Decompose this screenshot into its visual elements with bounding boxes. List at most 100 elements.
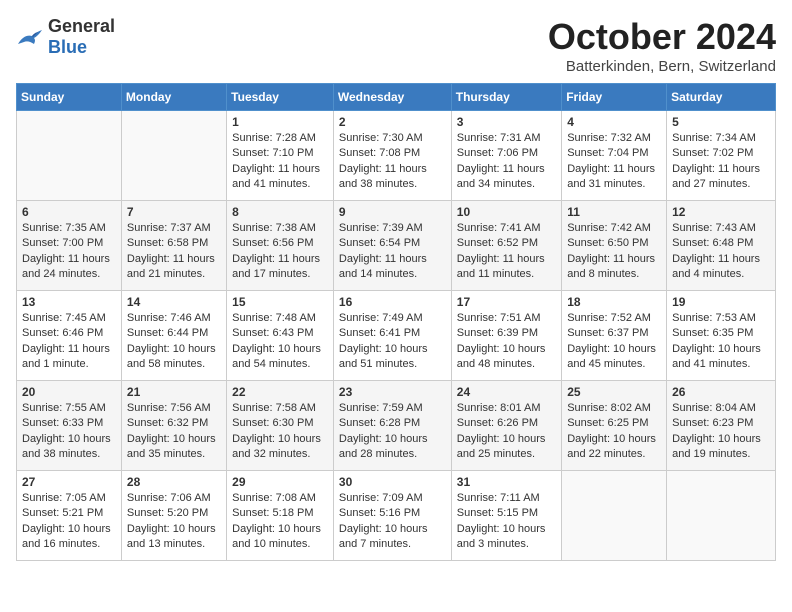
day-number: 31 [457,475,556,489]
day-number: 5 [672,115,770,129]
calendar-cell: 2 Sunrise: 7:30 AMSunset: 7:08 PMDaylight… [333,111,451,201]
day-info: Sunrise: 7:28 AMSunset: 7:10 PMDaylight:… [232,131,328,193]
day-number: 1 [232,115,328,129]
day-info: Sunrise: 7:55 AMSunset: 6:33 PMDaylight:… [22,401,116,463]
calendar-cell: 12 Sunrise: 7:43 AMSunset: 6:48 PMDayligh… [667,201,776,291]
calendar-cell: 4Sunrise: 7:32 AMSunset: 7:04 PMDaylight… [562,111,667,201]
day-info: Sunrise: 7:08 AMSunset: 5:18 PMDaylight:… [232,491,328,553]
col-thursday: Thursday [451,84,561,111]
location-subtitle: Batterkinden, Bern, Switzerland [548,58,776,75]
col-sunday: Sunday [17,84,122,111]
calendar-cell: 13Sunrise: 7:45 AMSunset: 6:46 PMDayligh… [17,291,122,381]
day-number: 2 [339,115,446,129]
day-info: Sunrise: 7:53 AMSunset: 6:35 PMDaylight:… [672,311,770,373]
title-block: October 2024 Batterkinden, Bern, Switzer… [548,16,776,75]
calendar-cell: 19 Sunrise: 7:53 AMSunset: 6:35 PMDayligh… [667,291,776,381]
day-number: 6 [22,205,116,219]
calendar-body: 1 Sunrise: 7:28 AMSunset: 7:10 PMDaylight… [17,111,776,561]
col-tuesday: Tuesday [227,84,334,111]
week-row-2: 6 Sunrise: 7:35 AMSunset: 7:00 PMDaylight… [17,201,776,291]
page-header: General Blue October 2024 Batterkinden, … [16,16,776,75]
calendar-cell: 30 Sunrise: 7:09 AMSunset: 5:16 PMDayligh… [333,471,451,561]
day-number: 16 [339,295,446,309]
calendar-cell: 20 Sunrise: 7:55 AMSunset: 6:33 PMDayligh… [17,381,122,471]
week-row-5: 27 Sunrise: 7:05 AMSunset: 5:21 PMDayligh… [17,471,776,561]
day-number: 9 [339,205,446,219]
day-number: 11 [567,205,661,219]
day-number: 22 [232,385,328,399]
day-number: 27 [22,475,116,489]
day-number: 25 [567,385,661,399]
calendar-cell: 23 Sunrise: 7:59 AMSunset: 6:28 PMDayligh… [333,381,451,471]
day-number: 29 [232,475,328,489]
week-row-1: 1 Sunrise: 7:28 AMSunset: 7:10 PMDaylight… [17,111,776,201]
day-number: 14 [127,295,221,309]
calendar-cell: 24 Sunrise: 8:01 AMSunset: 6:26 PMDayligh… [451,381,561,471]
day-info: Sunrise: 7:52 AMSunset: 6:37 PMDaylight:… [567,311,661,373]
col-monday: Monday [121,84,226,111]
day-info: Sunrise: 7:31 AMSunset: 7:06 PMDaylight:… [457,131,556,193]
logo-general: General [48,16,115,36]
day-info: Sunrise: 7:49 AMSunset: 6:41 PMDaylight:… [339,311,446,373]
day-number: 26 [672,385,770,399]
day-number: 7 [127,205,221,219]
day-info: Sunrise: 7:46 AMSunset: 6:44 PMDaylight:… [127,311,221,373]
month-title: October 2024 [548,16,776,58]
day-number: 23 [339,385,446,399]
logo-text: General Blue [48,16,115,58]
calendar-cell: 28 Sunrise: 7:06 AMSunset: 5:20 PMDayligh… [121,471,226,561]
day-info: Sunrise: 8:01 AMSunset: 6:26 PMDaylight:… [457,401,556,463]
day-info: Sunrise: 7:43 AMSunset: 6:48 PMDaylight:… [672,221,770,283]
day-info: Sunrise: 7:37 AMSunset: 6:58 PMDaylight:… [127,221,221,283]
col-friday: Friday [562,84,667,111]
calendar-cell: 21Sunrise: 7:56 AMSunset: 6:32 PMDayligh… [121,381,226,471]
calendar-cell: 31Sunrise: 7:11 AMSunset: 5:15 PMDayligh… [451,471,561,561]
day-info: Sunrise: 7:05 AMSunset: 5:21 PMDaylight:… [22,491,116,553]
day-info: Sunrise: 7:56 AMSunset: 6:32 PMDaylight:… [127,401,221,463]
day-number: 4 [567,115,661,129]
calendar-cell: 18 Sunrise: 7:52 AMSunset: 6:37 PMDayligh… [562,291,667,381]
header-row: Sunday Monday Tuesday Wednesday Thursday… [17,84,776,111]
day-info: Sunrise: 7:38 AMSunset: 6:56 PMDaylight:… [232,221,328,283]
col-saturday: Saturday [667,84,776,111]
calendar-table: Sunday Monday Tuesday Wednesday Thursday… [16,83,776,561]
calendar-cell: 25Sunrise: 8:02 AMSunset: 6:25 PMDayligh… [562,381,667,471]
logo-bird-icon [16,26,44,48]
day-info: Sunrise: 7:30 AMSunset: 7:08 PMDaylight:… [339,131,446,193]
calendar-cell: 14 Sunrise: 7:46 AMSunset: 6:44 PMDayligh… [121,291,226,381]
day-info: Sunrise: 7:06 AMSunset: 5:20 PMDaylight:… [127,491,221,553]
day-number: 19 [672,295,770,309]
day-info: Sunrise: 7:58 AMSunset: 6:30 PMDaylight:… [232,401,328,463]
day-number: 13 [22,295,116,309]
day-info: Sunrise: 7:09 AMSunset: 5:16 PMDaylight:… [339,491,446,553]
day-number: 12 [672,205,770,219]
day-number: 28 [127,475,221,489]
day-info: Sunrise: 8:04 AMSunset: 6:23 PMDaylight:… [672,401,770,463]
logo: General Blue [16,16,115,58]
day-info: Sunrise: 7:42 AMSunset: 6:50 PMDaylight:… [567,221,661,283]
day-info: Sunrise: 7:35 AMSunset: 7:00 PMDaylight:… [22,221,116,283]
day-number: 18 [567,295,661,309]
calendar-cell: 7 Sunrise: 7:37 AMSunset: 6:58 PMDaylight… [121,201,226,291]
calendar-cell: 15 Sunrise: 7:48 AMSunset: 6:43 PMDayligh… [227,291,334,381]
calendar-cell: 1 Sunrise: 7:28 AMSunset: 7:10 PMDaylight… [227,111,334,201]
calendar-cell [562,471,667,561]
day-info: Sunrise: 7:48 AMSunset: 6:43 PMDaylight:… [232,311,328,373]
day-info: Sunrise: 7:34 AMSunset: 7:02 PMDaylight:… [672,131,770,193]
calendar-cell: 29 Sunrise: 7:08 AMSunset: 5:18 PMDayligh… [227,471,334,561]
day-number: 20 [22,385,116,399]
calendar-cell: 8Sunrise: 7:38 AMSunset: 6:56 PMDaylight… [227,201,334,291]
day-number: 30 [339,475,446,489]
day-info: Sunrise: 7:41 AMSunset: 6:52 PMDaylight:… [457,221,556,283]
calendar-cell: 26 Sunrise: 8:04 AMSunset: 6:23 PMDayligh… [667,381,776,471]
calendar-cell [667,471,776,561]
day-number: 3 [457,115,556,129]
calendar-cell: 11 Sunrise: 7:42 AMSunset: 6:50 PMDayligh… [562,201,667,291]
calendar-cell: 9Sunrise: 7:39 AMSunset: 6:54 PMDaylight… [333,201,451,291]
col-wednesday: Wednesday [333,84,451,111]
calendar-cell: 27 Sunrise: 7:05 AMSunset: 5:21 PMDayligh… [17,471,122,561]
day-number: 24 [457,385,556,399]
day-info: Sunrise: 7:59 AMSunset: 6:28 PMDaylight:… [339,401,446,463]
day-number: 15 [232,295,328,309]
calendar-cell: 10Sunrise: 7:41 AMSunset: 6:52 PMDayligh… [451,201,561,291]
